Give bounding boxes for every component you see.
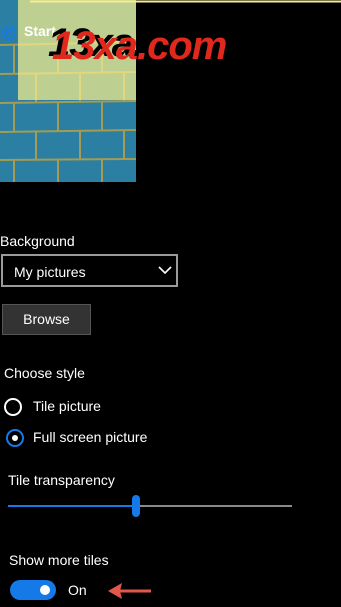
slider-track-empty <box>140 505 292 507</box>
chevron-down-icon <box>158 266 172 275</box>
radio-selected-icon <box>6 429 24 447</box>
slider-track-filled <box>8 505 132 507</box>
gear-icon[interactable] <box>0 24 18 42</box>
background-dropdown[interactable]: My pictures <box>1 254 178 287</box>
show-more-tiles-label: Show more tiles <box>9 552 109 568</box>
tile-transparency-label: Tile transparency <box>8 472 115 488</box>
radio-full-screen-picture-label: Full screen picture <box>33 429 148 445</box>
radio-full-screen-picture[interactable]: Full screen picture <box>6 429 226 449</box>
browse-button[interactable]: Browse <box>2 304 91 335</box>
show-more-tiles-toggle[interactable] <box>10 580 56 600</box>
tile-transparency-slider[interactable] <box>8 490 292 524</box>
watermark-line <box>30 0 341 3</box>
toggle-state-label: On <box>68 582 87 598</box>
choose-style-label: Choose style <box>4 365 85 381</box>
annotation-arrow-icon <box>108 583 151 599</box>
watermark-logo: 13xa.com <box>52 24 227 68</box>
radio-tile-picture-label: Tile picture <box>33 398 101 414</box>
background-dropdown-value: My pictures <box>14 264 86 280</box>
toggle-knob <box>40 585 50 595</box>
radio-tile-picture[interactable]: Tile picture <box>4 398 224 418</box>
slider-thumb[interactable] <box>132 495 140 517</box>
radio-unselected-icon <box>4 398 22 416</box>
background-label: Background <box>0 233 75 249</box>
